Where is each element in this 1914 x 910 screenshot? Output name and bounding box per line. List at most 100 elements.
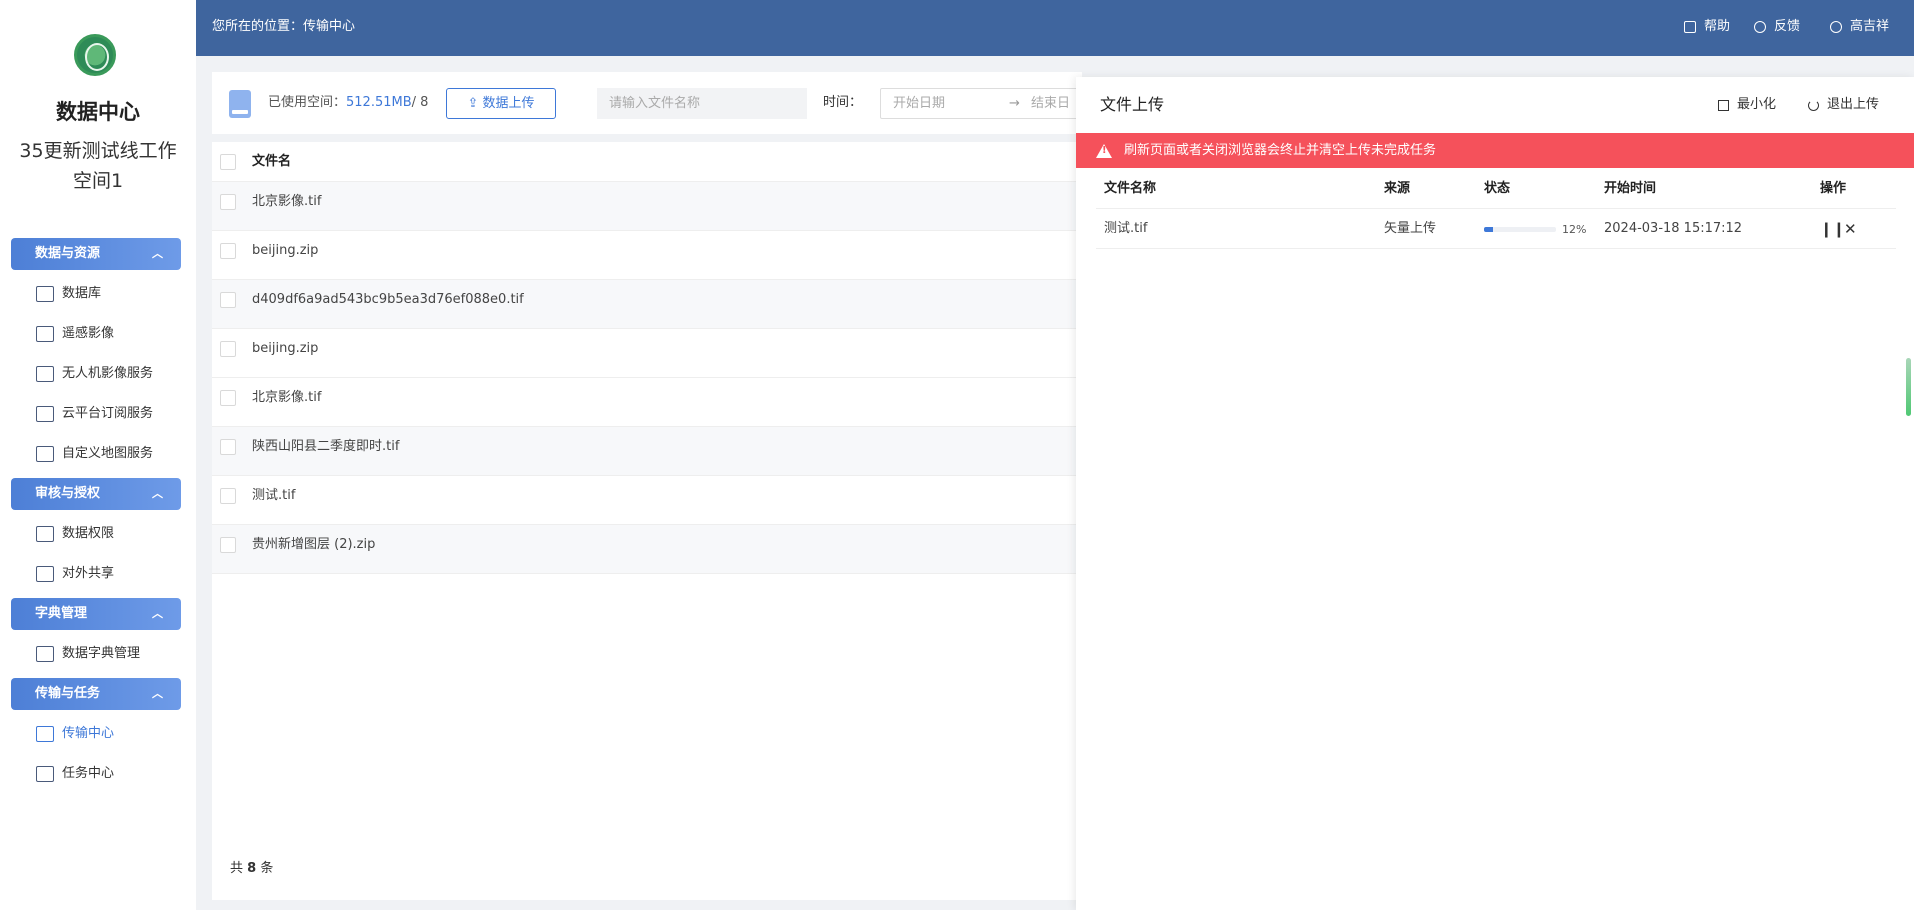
table-row[interactable]: beijing.zip (212, 329, 1082, 378)
upload-table-header: 文件名称 来源 状态 开始时间 操作 (1096, 169, 1896, 209)
warning-alert: 刷新页面或者关闭浏览器会终止并清空上传未完成任务 (1076, 133, 1914, 168)
user-menu[interactable]: 高吉祥 (1830, 0, 1889, 54)
upload-row: 测试.tif 矢量上传 12% 2024-03-18 15:17:12 ❙❙ ✕ (1096, 209, 1896, 249)
upload-icon: ⇪ (467, 96, 483, 111)
row-checkbox[interactable] (220, 292, 236, 308)
file-toolbar: 已使用空间：512.51MB/ 8 ⇪ 数据上传 时间： 开始日期 → 结束日 (212, 72, 1090, 134)
file-name-search-input[interactable] (597, 88, 807, 119)
table-row[interactable]: 测试.tif (212, 476, 1082, 525)
column-action: 操作 (1820, 181, 1847, 196)
sidebar-item-transfer-center[interactable]: 传输中心 (36, 720, 114, 748)
file-upload-panel: 文件上传 最小化 退出上传 刷新页面或者关闭浏览器会终止并清空上传未完成任务 文… (1076, 77, 1914, 910)
row-checkbox[interactable] (220, 390, 236, 406)
progress-fill (1484, 227, 1493, 232)
sidebar-item-database[interactable]: 数据库 (36, 280, 101, 308)
end-date-input[interactable]: 结束日 (1031, 89, 1070, 118)
start-date-input[interactable]: 开始日期 (893, 96, 945, 111)
row-checkbox[interactable] (220, 243, 236, 259)
total-count: 共 8 条 (230, 861, 274, 876)
table-row[interactable]: 贵州新增图层 (2).zip (212, 525, 1082, 574)
chevron-up-icon: ︿ (152, 607, 163, 620)
row-checkbox[interactable] (220, 439, 236, 455)
shield-icon (36, 526, 54, 542)
select-all-checkbox[interactable] (220, 154, 236, 170)
close-icon[interactable]: ✕ (1844, 209, 1857, 249)
column-file-name: 文件名称 (1104, 181, 1157, 196)
cloud-icon (36, 406, 54, 422)
column-status: 状态 (1484, 181, 1511, 196)
storage-used-value: 512.51MB (346, 95, 412, 110)
power-icon (1808, 99, 1819, 111)
database-icon (36, 286, 54, 302)
table-row[interactable]: d409df6a9ad543bc9b5ea3d76ef088e0.tif (212, 280, 1082, 329)
time-label: 时间： (823, 95, 863, 110)
chevron-up-icon: ︿ (152, 487, 163, 500)
exit-upload-button[interactable]: 退出上传 (1808, 77, 1879, 133)
help-icon (1684, 21, 1696, 33)
workspace-name: 35更新测试线工作空间1 (19, 140, 177, 192)
upload-progress-bar (1484, 227, 1556, 232)
arrow-right-icon: → (1009, 96, 1020, 111)
upload-source: 矢量上传 (1384, 221, 1437, 236)
nav-group-label: 审核与授权 (35, 486, 101, 501)
row-checkbox[interactable] (220, 194, 236, 210)
column-source: 来源 (1384, 181, 1411, 196)
date-range-picker[interactable]: 开始日期 → 结束日 (880, 88, 1090, 119)
minimize-icon (1718, 99, 1729, 111)
checklist-icon (36, 766, 54, 782)
sidebar-item-share[interactable]: 对外共享 (36, 560, 114, 588)
sidebar: 数据中心 35更新测试线工作空间1 数据与资源 ︿ 数据库 遥感影像 无人机影像… (0, 0, 196, 910)
row-checkbox[interactable] (220, 537, 236, 553)
sidebar-item-task-center[interactable]: 任务中心 (36, 760, 114, 788)
panel-title: 文件上传 (1100, 95, 1165, 114)
chat-icon (1754, 21, 1766, 33)
nav-group-dictionary[interactable]: 字典管理 ︿ (11, 598, 181, 630)
transfer-icon (36, 726, 54, 742)
nav-group-label: 传输与任务 (35, 686, 101, 701)
warning-icon (1096, 144, 1112, 158)
chevron-up-icon: ︿ (152, 247, 163, 260)
table-row[interactable]: 陕西山阳县二季度即时.tif (212, 427, 1082, 476)
nav-group-label: 字典管理 (35, 606, 88, 621)
table-row[interactable]: 北京影像.tif (212, 378, 1082, 427)
upload-progress-label: 12% (1562, 223, 1587, 236)
drone-icon (36, 366, 54, 382)
sidebar-item-custom-map[interactable]: 自定义地图服务 (36, 440, 153, 468)
sidebar-item-dictionary[interactable]: 数据字典管理 (36, 640, 140, 668)
feedback-link[interactable]: 反馈 (1754, 0, 1800, 54)
sidebar-item-remote-sensing[interactable]: 遥感影像 (36, 320, 114, 348)
scrollbar-thumb[interactable] (1906, 358, 1911, 416)
dictionary-icon (36, 646, 54, 662)
sidebar-item-cloud-subscription[interactable]: 云平台订阅服务 (36, 400, 153, 428)
help-link[interactable]: 帮助 (1684, 0, 1730, 54)
pause-icon[interactable]: ❙❙ (1820, 209, 1845, 249)
app-title: 数据中心 (56, 100, 140, 124)
storage-usage: 已使用空间：512.51MB/ 8 (268, 95, 429, 110)
nav-group-label: 数据与资源 (35, 246, 101, 261)
globe-logo-icon (74, 34, 116, 76)
column-start-time: 开始时间 (1604, 181, 1657, 196)
row-checkbox[interactable] (220, 341, 236, 357)
top-header: 您所在的位置：传输中心 帮助 反馈 高吉祥 (196, 0, 1914, 56)
nav-group-data-resources[interactable]: 数据与资源 ︿ (11, 238, 181, 270)
table-row[interactable]: beijing.zip (212, 231, 1082, 280)
upload-file-name: 测试.tif (1104, 221, 1148, 236)
sidebar-item-drone[interactable]: 无人机影像服务 (36, 360, 153, 388)
breadcrumb: 您所在的位置：传输中心 (212, 19, 356, 34)
sidebar-item-data-permission[interactable]: 数据权限 (36, 520, 114, 548)
data-upload-button[interactable]: ⇪ 数据上传 (446, 88, 556, 119)
file-table: 文件名 北京影像.tif beijing.zip d409df6a9ad543b… (212, 142, 1082, 900)
column-file-name: 文件名 (252, 154, 292, 169)
table-header: 文件名 (212, 142, 1082, 182)
map-image-icon (36, 446, 54, 462)
row-checkbox[interactable] (220, 488, 236, 504)
upload-start-time: 2024-03-18 15:17:12 (1604, 221, 1743, 236)
nav-group-audit[interactable]: 审核与授权 ︿ (11, 478, 181, 510)
chevron-up-icon: ︿ (152, 687, 163, 700)
share-icon (36, 566, 54, 582)
storage-icon (229, 90, 251, 118)
table-row[interactable]: 北京影像.tif (212, 182, 1082, 231)
user-icon (1830, 21, 1842, 33)
minimize-button[interactable]: 最小化 (1718, 77, 1776, 133)
nav-group-transfer[interactable]: 传输与任务 ︿ (11, 678, 181, 710)
